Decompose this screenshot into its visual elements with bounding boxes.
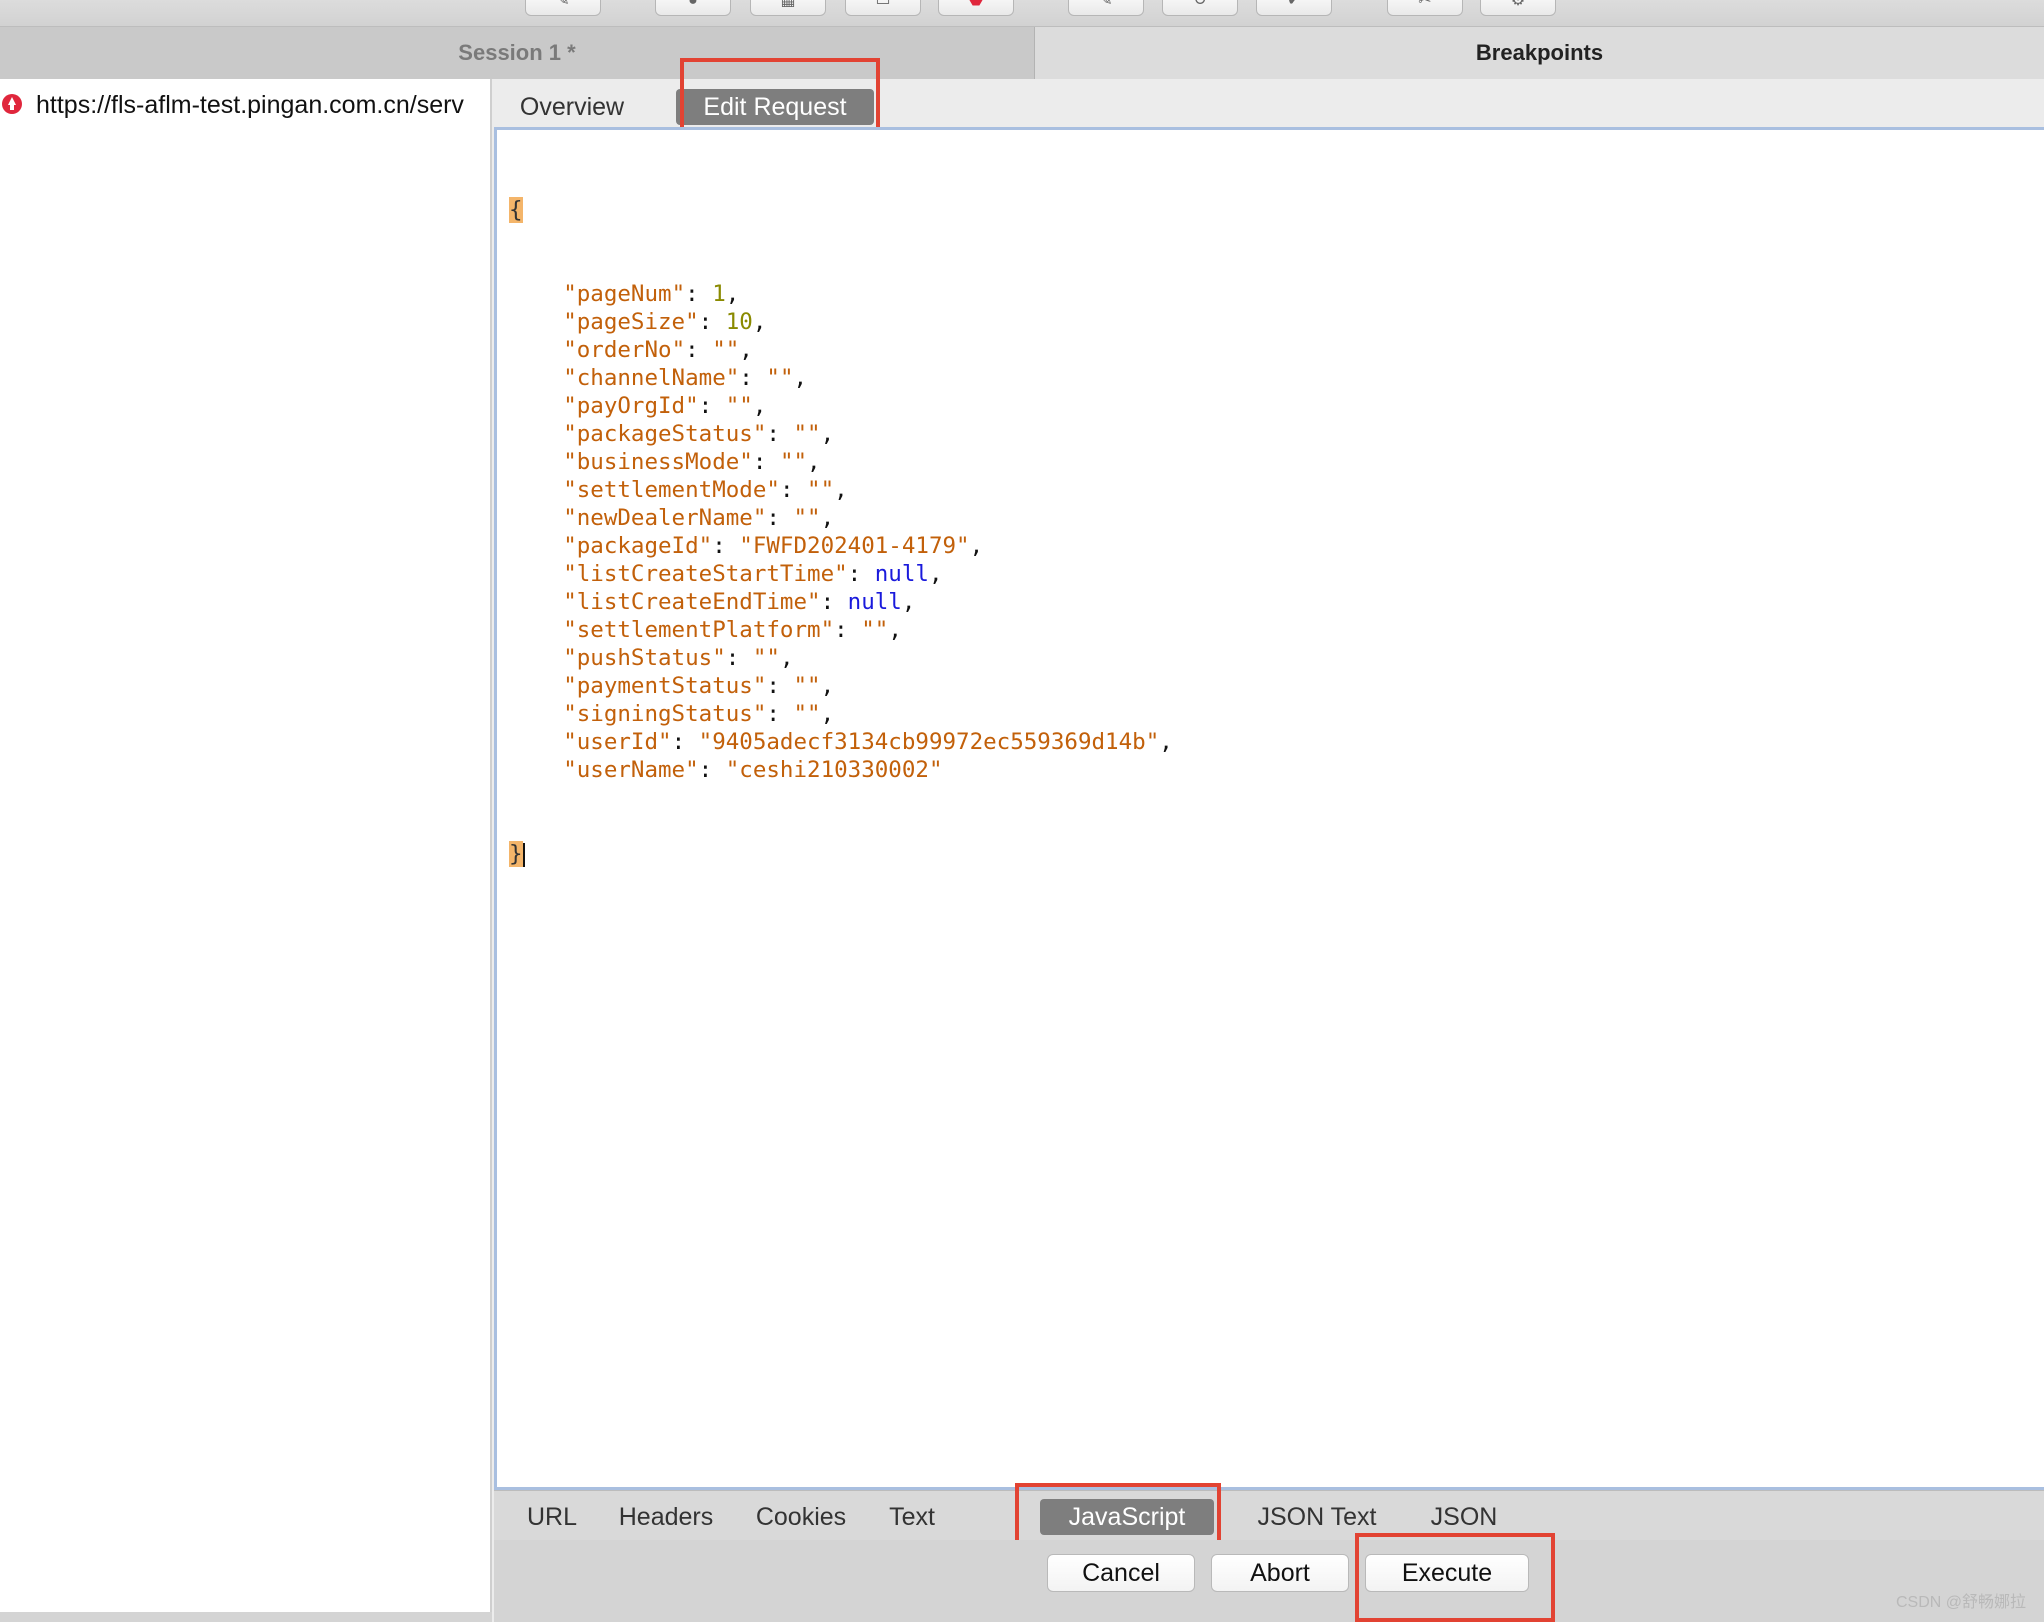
session-item-url: https://fls-aflm-test.pingan.com.cn/serv [36,91,464,119]
json-key: orderNo [576,337,672,363]
json-line: "settlementPlatform": "", [563,617,902,643]
tab-cookies[interactable]: Cookies [739,1499,863,1535]
session-list-item[interactable]: https://fls-aflm-test.pingan.com.cn/serv [0,87,492,119]
breakpoint-icon[interactable]: ⬣ [938,0,1014,16]
json-line: "businessMode": "", [563,449,821,475]
json-line: "pushStatus": "", [563,645,794,671]
tab-breakpoints[interactable]: Breakpoints [1035,27,2044,79]
json-line: "pageSize": 10, [563,309,767,335]
json-key: channelName [576,365,726,391]
json-value: null [874,561,929,587]
json-line: "packageId": "FWFD202401-4179", [563,533,984,559]
check-icon[interactable]: ✔ [1256,0,1332,16]
close-brace-line: } [509,840,1173,868]
throttle-icon[interactable]: ▦ [750,0,826,16]
pen-icon[interactable]: ✎ [525,0,601,16]
json-value: 9405adecf3134cb99972ec559369d14b [712,729,1146,755]
json-value: null [847,589,902,615]
json-line: "settlementMode": "", [563,477,848,503]
open-brace: { [509,197,523,223]
json-key: pageSize [576,309,686,335]
json-line: "packageStatus": "", [563,421,835,447]
tab-javascript[interactable]: JavaScript [1040,1499,1214,1535]
json-line: "channelName": "", [563,365,808,391]
json-line: "userName": "ceshi210330002" [563,757,943,783]
tab-json-text[interactable]: JSON Text [1242,1499,1392,1535]
json-line: "userId": "9405adecf3134cb99972ec559369d… [563,729,1173,755]
json-key: settlementMode [576,477,767,503]
abort-button[interactable]: Abort [1211,1554,1349,1592]
tab-url[interactable]: URL [512,1499,592,1535]
json-key: pageNum [576,281,672,307]
json-line: "listCreateStartTime": null, [563,561,943,587]
json-key: newDealerName [576,505,753,531]
json-line: "pageNum": 1, [563,281,740,307]
json-line: "signingStatus": "", [563,701,835,727]
json-key: packageStatus [576,421,753,447]
json-value: ceshi210330002 [739,757,929,783]
json-line: "paymentStatus": "", [563,673,835,699]
breakpoint-stop-icon [2,94,22,114]
tab-headers[interactable]: Headers [606,1499,726,1535]
text-caret [522,842,525,867]
json-line: "newDealerName": "", [563,505,835,531]
tab-text[interactable]: Text [872,1499,952,1535]
json-key: userName [576,757,686,783]
request-body-editor[interactable]: { "pageNum": 1, "pageSize": 10, "orderNo… [494,127,2044,1490]
json-key: userId [576,729,659,755]
window-tabs: Session 1 * Breakpoints [0,27,2044,79]
execute-button[interactable]: Execute [1365,1554,1529,1592]
json-value: FWFD202401-4179 [752,533,957,559]
json-line: "listCreateEndTime": null, [563,589,916,615]
toolbar: ✎ ● ▦ ▭ ⬣ ✎ ↻ ✔ ✂ ⚙ [0,0,2044,27]
record-icon[interactable]: ● [655,0,731,16]
json-key: packageId [576,533,699,559]
json-key: signingStatus [576,701,753,727]
json-line: "payOrgId": "", [563,393,767,419]
json-code[interactable]: { "pageNum": 1, "pageSize": 10, "orderNo… [509,140,1173,924]
cancel-button[interactable]: Cancel [1047,1554,1195,1592]
json-key: businessMode [576,449,740,475]
json-key: paymentStatus [576,673,753,699]
session-sidebar: https://fls-aflm-test.pingan.com.cn/serv [0,79,492,1612]
tab-edit-request[interactable]: Edit Request [676,89,874,125]
json-key: listCreateEndTime [576,589,808,615]
view-tabs: URL Headers Cookies Text JavaScript JSON… [494,1483,2044,1569]
open-brace-line: { [509,196,1173,224]
edit-icon[interactable]: ✎ [1068,0,1144,16]
breakpoint-actions: Cancel Abort Execute [494,1533,2044,1622]
breakpoint-panel: Overview Edit Request { "pageNum": 1, "p… [494,58,2044,1622]
tab-overview[interactable]: Overview [512,89,632,125]
lock-icon[interactable]: ▭ [845,0,921,16]
json-key: pushStatus [576,645,713,671]
watermark: CSDN @舒畅娜拉 [1895,1594,2026,1611]
json-value: 1 [712,281,726,307]
json-lines: "pageNum": 1, "pageSize": 10, "orderNo":… [509,280,1173,784]
json-key: settlementPlatform [576,617,821,643]
tools-icon[interactable]: ✂ [1387,0,1463,16]
json-key: listCreateStartTime [576,561,835,587]
json-key: payOrgId [576,393,686,419]
json-value: 10 [725,309,753,335]
tab-json[interactable]: JSON [1414,1499,1514,1535]
refresh-icon[interactable]: ↻ [1162,0,1238,16]
close-brace: } [509,841,523,867]
sidebar-footer [0,1612,492,1622]
tab-session[interactable]: Session 1 * [0,27,1035,79]
json-line: "orderNo": "", [563,337,753,363]
request-tabs: Overview Edit Request [494,58,2044,158]
gear-icon[interactable]: ⚙ [1480,0,1556,16]
